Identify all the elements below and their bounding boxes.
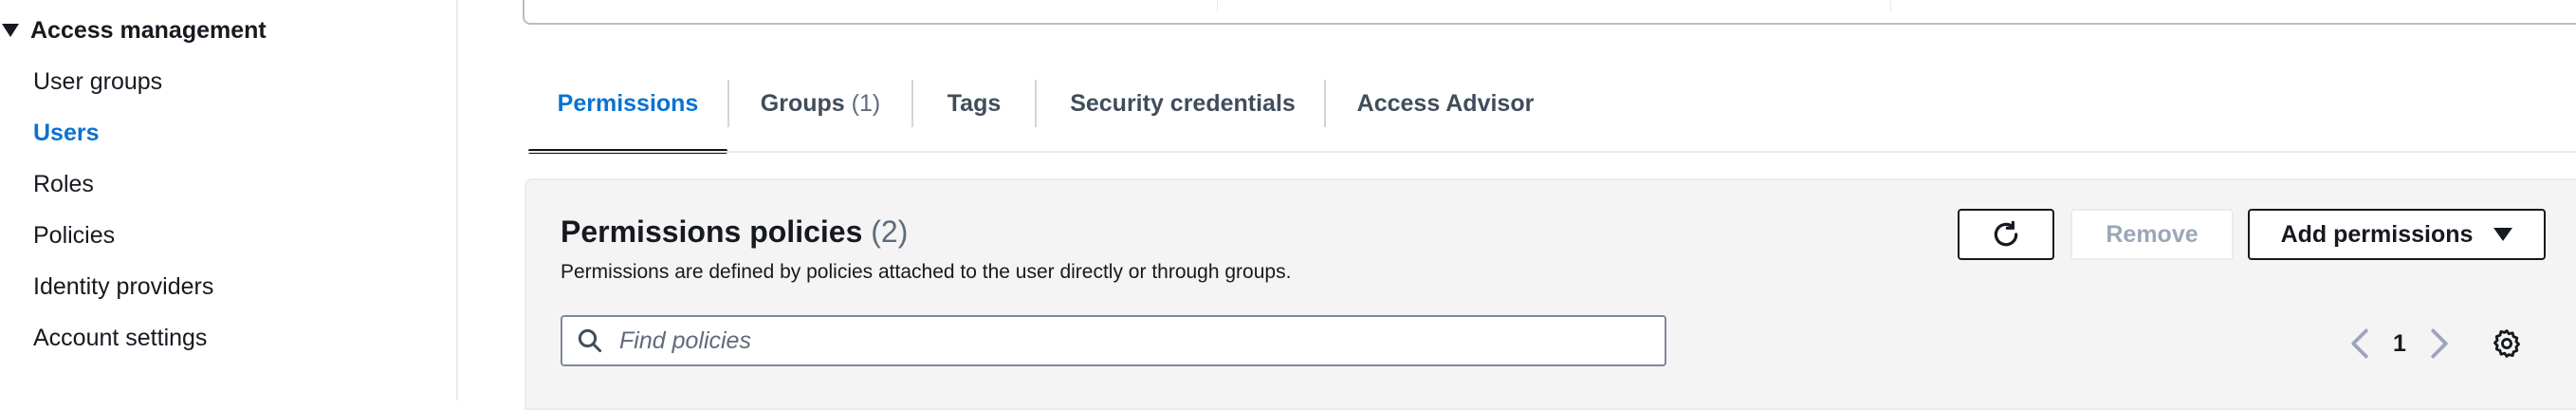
chevron-right-icon (2431, 328, 2448, 359)
remove-button[interactable]: Remove (2070, 209, 2234, 260)
chevron-left-icon (2351, 328, 2368, 359)
tab-label: Permissions (557, 90, 699, 117)
tab-groups[interactable]: Groups (1) (729, 72, 911, 152)
divider (1217, 0, 1218, 11)
search-field[interactable] (561, 315, 1666, 366)
sidebar-section-access-management[interactable]: Access management (0, 13, 267, 47)
sidebar-item-identity-providers[interactable]: Identity providers (33, 270, 213, 304)
add-permissions-button[interactable]: Add permissions (2248, 209, 2546, 260)
add-permissions-label: Add permissions (2280, 220, 2474, 248)
tab-label: Groups (760, 90, 845, 117)
divider (1890, 0, 1891, 11)
tab-tags[interactable]: Tags (913, 72, 1035, 152)
preferences-button[interactable] (2488, 325, 2526, 363)
refresh-button[interactable] (1958, 209, 2054, 260)
sidebar-item-roles[interactable]: Roles (33, 167, 94, 201)
user-detail-tabs: Permissions Groups (1) Tags Security cre… (528, 72, 2576, 154)
panel-description: Permissions are defined by policies atta… (561, 261, 1292, 283)
search-icon (578, 328, 602, 353)
tab-count: (1) (851, 90, 881, 117)
panel-title: Permissions policies (2) (561, 214, 908, 250)
page-number[interactable]: 1 (2385, 325, 2414, 363)
previous-page-button[interactable] (2346, 325, 2374, 363)
summary-card (523, 0, 2576, 25)
tab-security-credentials[interactable]: Security credentials (1037, 72, 1329, 152)
tab-permissions[interactable]: Permissions (528, 72, 727, 154)
tab-divider (1324, 80, 1326, 127)
next-page-button[interactable] (2425, 325, 2454, 363)
search-input[interactable] (617, 326, 1646, 356)
sidebar-section-label: Access management (30, 16, 267, 44)
caret-down-icon (2493, 228, 2513, 241)
tabs-baseline (528, 151, 2576, 153)
panel-title-count: (2) (871, 214, 909, 249)
sidebar-item-account-settings[interactable]: Account settings (33, 321, 207, 355)
sidebar-item-users[interactable]: Users (33, 116, 100, 150)
sidebar-item-policies[interactable]: Policies (33, 218, 115, 252)
settings-gear-icon (2493, 329, 2521, 358)
sidebar-item-user-groups[interactable]: User groups (33, 65, 162, 99)
permissions-policies-panel: Permissions policies (2) Permissions are… (524, 178, 2576, 410)
caret-down-icon (2, 24, 19, 37)
refresh-icon (1994, 220, 2018, 247)
tab-access-advisor[interactable]: Access Advisor (1327, 72, 1564, 152)
panel-title-text: Permissions policies (561, 214, 863, 249)
sidebar: Access management User groups Users Role… (0, 0, 458, 401)
